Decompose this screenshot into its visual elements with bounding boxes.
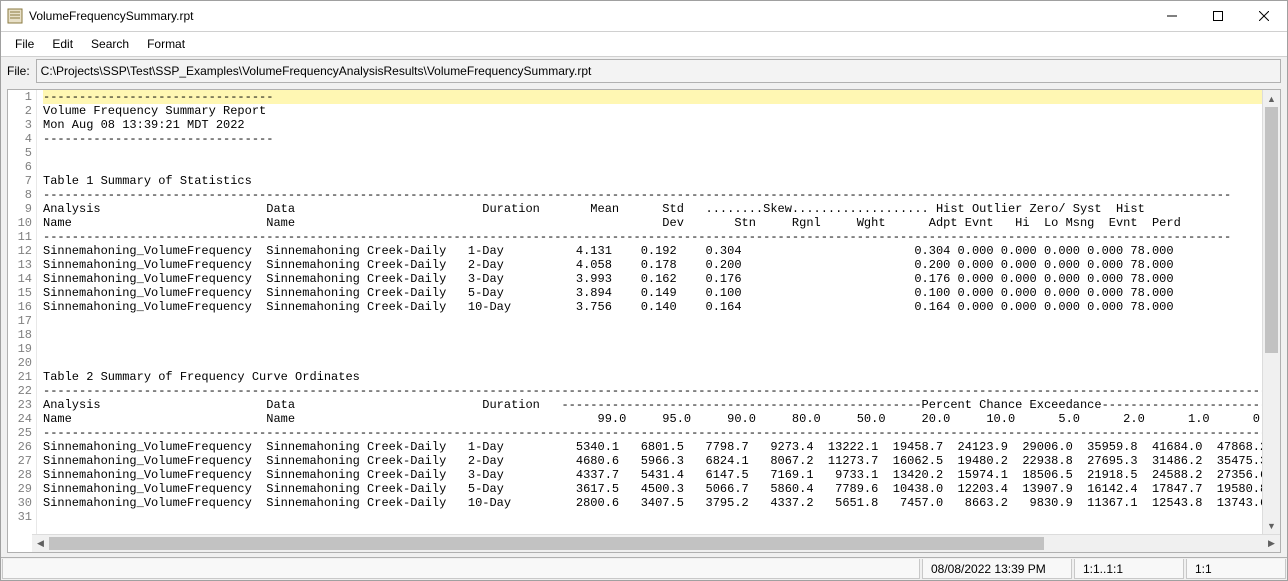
code-line[interactable] [43, 160, 1262, 174]
code-line[interactable]: Sinnemahoning_VolumeFrequency Sinnemahon… [43, 272, 1262, 286]
filebar: File: [1, 57, 1287, 85]
code-line[interactable]: Analysis Data Duration -----------------… [43, 398, 1262, 412]
line-number: 27 [8, 454, 32, 468]
line-number: 28 [8, 468, 32, 482]
code-line[interactable] [43, 328, 1262, 342]
code-line[interactable]: Analysis Data Duration Mean Std ........… [43, 202, 1262, 216]
code-line[interactable]: ----------------------------------------… [43, 230, 1262, 244]
code-line[interactable]: Sinnemahoning_VolumeFrequency Sinnemahon… [43, 468, 1262, 482]
minimize-button[interactable] [1149, 1, 1195, 31]
line-number: 11 [8, 230, 32, 244]
code-line[interactable] [43, 342, 1262, 356]
menu-search[interactable]: Search [83, 34, 137, 54]
line-number: 19 [8, 342, 32, 356]
menu-edit[interactable]: Edit [44, 34, 81, 54]
code-line[interactable]: Sinnemahoning_VolumeFrequency Sinnemahon… [43, 454, 1262, 468]
line-number: 21 [8, 370, 32, 384]
code-line[interactable] [43, 356, 1262, 370]
code-line[interactable]: Name Name 99.0 95.0 90.0 80.0 50.0 20.0 … [43, 412, 1262, 426]
line-number: 2 [8, 104, 32, 118]
filebar-label: File: [7, 64, 30, 78]
code-line[interactable]: Sinnemahoning_VolumeFrequency Sinnemahon… [43, 300, 1262, 314]
line-number: 8 [8, 188, 32, 202]
status-datetime: 08/08/2022 13:39 PM [922, 559, 1072, 579]
line-number: 10 [8, 216, 32, 230]
line-number: 7 [8, 174, 32, 188]
code-line[interactable]: Sinnemahoning_VolumeFrequency Sinnemahon… [43, 496, 1262, 510]
close-button[interactable] [1241, 1, 1287, 31]
code-line[interactable] [43, 314, 1262, 328]
line-number: 22 [8, 384, 32, 398]
code-line[interactable] [43, 510, 1262, 524]
vscroll-track[interactable] [1263, 107, 1280, 517]
line-number: 1 [8, 90, 32, 104]
line-number: 12 [8, 244, 32, 258]
app-icon [7, 8, 23, 24]
line-number: 23 [8, 398, 32, 412]
status-cursor: 1:1 [1186, 559, 1286, 579]
editor-scroll: 1234567891011121314151617181920212223242… [8, 90, 1280, 534]
window-controls [1149, 1, 1287, 31]
code-line[interactable]: ----------------------------------------… [43, 384, 1262, 398]
code-line[interactable]: Sinnemahoning_VolumeFrequency Sinnemahon… [43, 258, 1262, 272]
editor: 1234567891011121314151617181920212223242… [7, 89, 1281, 553]
horizontal-scrollbar[interactable]: ◀ ▶ [32, 534, 1280, 552]
scroll-right-arrow-icon[interactable]: ▶ [1263, 535, 1280, 552]
vertical-scrollbar[interactable]: ▲ ▼ [1262, 90, 1280, 534]
code-line[interactable]: ----------------------------------------… [43, 426, 1262, 440]
menu-file[interactable]: File [7, 34, 42, 54]
line-number: 17 [8, 314, 32, 328]
line-number: 30 [8, 496, 32, 510]
app-window: VolumeFrequencySummary.rpt File Edit Sea… [0, 0, 1288, 581]
titlebar: VolumeFrequencySummary.rpt [1, 1, 1287, 32]
titlebar-left: VolumeFrequencySummary.rpt [7, 8, 194, 24]
line-number: 5 [8, 146, 32, 160]
line-number: 6 [8, 160, 32, 174]
statusbar: 08/08/2022 13:39 PM 1:1..1:1 1:1 [1, 557, 1287, 580]
code-line[interactable]: Volume Frequency Summary Report [43, 104, 1262, 118]
code-line[interactable]: Sinnemahoning_VolumeFrequency Sinnemahon… [43, 440, 1262, 454]
line-number: 29 [8, 482, 32, 496]
code-line[interactable]: Sinnemahoning_VolumeFrequency Sinnemahon… [43, 482, 1262, 496]
line-number: 14 [8, 272, 32, 286]
code-line[interactable]: Table 1 Summary of Statistics [43, 174, 1262, 188]
line-number: 9 [8, 202, 32, 216]
line-number: 3 [8, 118, 32, 132]
line-number: 16 [8, 300, 32, 314]
code-line[interactable]: Name Name Dev Stn Rgnl Wght Adpt Evnt Hi… [43, 216, 1262, 230]
line-number: 4 [8, 132, 32, 146]
line-number: 20 [8, 356, 32, 370]
code-line[interactable] [43, 146, 1262, 160]
line-number: 18 [8, 328, 32, 342]
code-line[interactable]: ----------------------------------------… [43, 188, 1262, 202]
code-line[interactable]: -------------------------------- [43, 90, 1262, 104]
status-spacer [2, 559, 920, 579]
vscroll-thumb[interactable] [1265, 107, 1278, 353]
code-line[interactable]: Table 2 Summary of Frequency Curve Ordin… [43, 370, 1262, 384]
scroll-left-arrow-icon[interactable]: ◀ [32, 535, 49, 552]
scroll-up-arrow-icon[interactable]: ▲ [1263, 90, 1280, 107]
line-number: 15 [8, 286, 32, 300]
window-title: VolumeFrequencySummary.rpt [29, 9, 194, 23]
status-selection: 1:1..1:1 [1074, 559, 1184, 579]
code-line[interactable]: Mon Aug 08 13:39:21 MDT 2022 [43, 118, 1262, 132]
maximize-button[interactable] [1195, 1, 1241, 31]
scroll-down-arrow-icon[interactable]: ▼ [1263, 517, 1280, 534]
code-area[interactable]: --------------------------------Volume F… [37, 90, 1262, 534]
line-number: 31 [8, 510, 32, 524]
filepath-input[interactable] [36, 59, 1281, 83]
menubar: File Edit Search Format [1, 32, 1287, 57]
line-number: 24 [8, 412, 32, 426]
hscroll-track[interactable] [49, 535, 1263, 552]
line-gutter: 1234567891011121314151617181920212223242… [8, 90, 37, 534]
line-number: 13 [8, 258, 32, 272]
hscroll-thumb[interactable] [49, 537, 1044, 550]
code-line[interactable]: Sinnemahoning_VolumeFrequency Sinnemahon… [43, 244, 1262, 258]
line-number: 26 [8, 440, 32, 454]
line-number: 25 [8, 426, 32, 440]
menu-format[interactable]: Format [139, 34, 193, 54]
code-line[interactable]: -------------------------------- [43, 132, 1262, 146]
code-line[interactable]: Sinnemahoning_VolumeFrequency Sinnemahon… [43, 286, 1262, 300]
